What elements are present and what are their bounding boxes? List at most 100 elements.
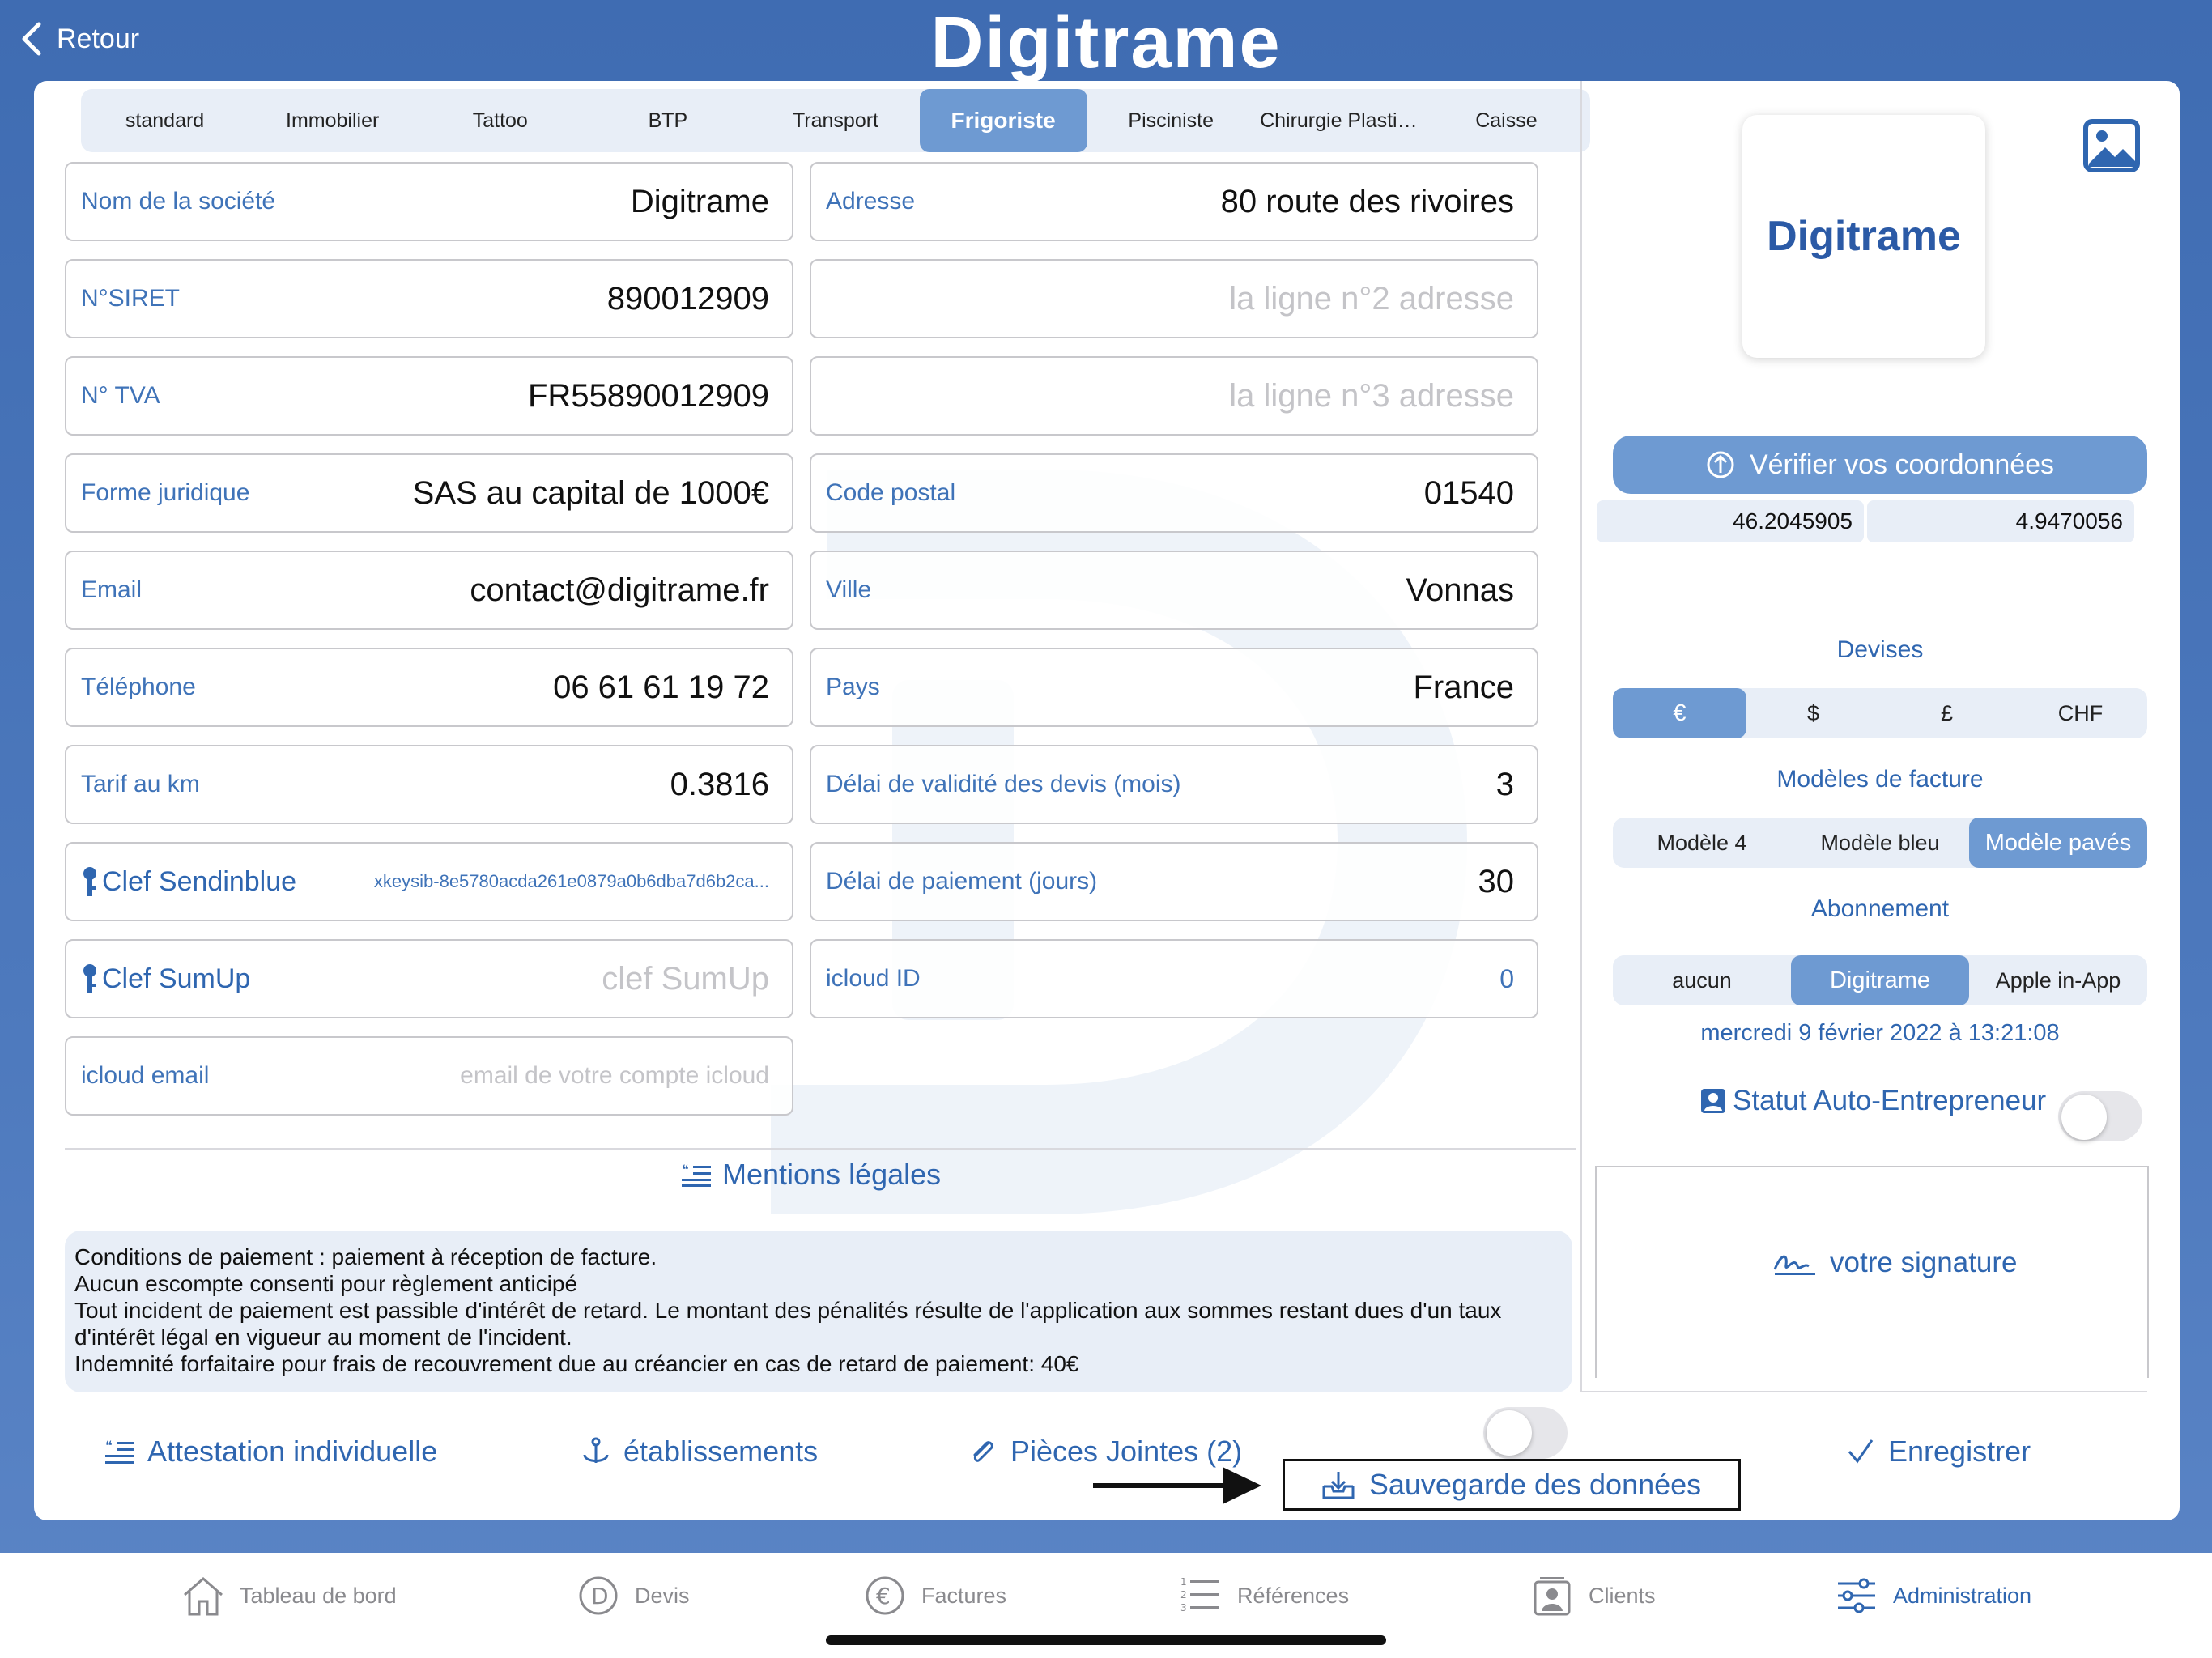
currency-option-2[interactable]: £ — [1880, 688, 2014, 738]
sauvegarde-button[interactable]: Sauvegarde des données — [1283, 1459, 1741, 1511]
latitude-field[interactable]: 46.2045905 — [1597, 500, 1864, 542]
tab-profession-7[interactable]: Chirurgie Plasti… — [1255, 89, 1423, 152]
tab-tableau-de-bord[interactable]: Tableau de bord — [181, 1574, 397, 1618]
toggle-knob — [2061, 1095, 2107, 1140]
siret-value: 890012909 — [606, 280, 769, 317]
address-line3-input[interactable] — [1028, 377, 1514, 414]
subscription-option-1[interactable]: Digitrame — [1791, 955, 1969, 1005]
tab-profession-3[interactable]: BTP — [584, 89, 751, 152]
tab-profession-4[interactable]: Transport — [751, 89, 919, 152]
currency-option-3[interactable]: CHF — [2014, 688, 2147, 738]
payment-delay-field[interactable]: Délai de paiement (jours) 30 — [810, 842, 1538, 921]
tab-factures[interactable]: € Factures — [863, 1574, 1006, 1618]
company-name-value: Digitrame — [630, 183, 769, 219]
tab-profession-0[interactable]: standard — [81, 89, 249, 152]
longitude-field[interactable]: 4.9470056 — [1867, 500, 2134, 542]
app-title: Digitrame — [930, 2, 1282, 83]
icloud-email-input[interactable] — [364, 1062, 769, 1090]
city-field[interactable]: Ville Vonnas — [810, 551, 1538, 630]
postal-code-field[interactable]: Code postal 01540 — [810, 453, 1538, 533]
tab-clients[interactable]: Clients — [1530, 1574, 1656, 1618]
paperclip-icon — [973, 1441, 993, 1462]
tab-devis[interactable]: D Devis — [576, 1574, 690, 1618]
tab-profession-5[interactable]: Frigoriste — [919, 89, 1087, 152]
enregistrer-button[interactable]: Enregistrer — [1846, 1435, 2031, 1469]
payment-delay-label: Délai de paiement (jours) — [826, 868, 1098, 895]
currency-option-0[interactable]: € — [1613, 688, 1746, 738]
toggle-knob — [1487, 1410, 1532, 1456]
company-name-field[interactable]: Nom de la société Digitrame — [65, 162, 793, 241]
auto-entrepreneur-label: Statut Auto-Entrepreneur — [1733, 1085, 2047, 1116]
company-logo[interactable]: Digitrame — [1742, 115, 1985, 358]
address-line2-input[interactable] — [1028, 280, 1514, 317]
quote-validity-field[interactable]: Délai de validité des devis (mois) 3 — [810, 745, 1538, 824]
home-indicator — [826, 1635, 1386, 1645]
tab-profession-6[interactable]: Pisciniste — [1087, 89, 1255, 152]
enregistrer-label: Enregistrer — [1888, 1435, 2031, 1468]
currency-selector: € $ £ CHF — [1613, 688, 2147, 738]
key-icon — [83, 964, 96, 993]
sendinblue-key-label: Clef Sendinblue — [81, 865, 296, 898]
home-icon — [184, 1577, 223, 1616]
subscription-option-0[interactable]: aucun — [1613, 955, 1791, 1005]
icloud-id-field[interactable]: icloud ID 0 — [810, 939, 1538, 1018]
tva-field[interactable]: N° TVA FR55890012909 — [65, 356, 793, 436]
subscription-option-2[interactable]: Apple in-App — [1969, 955, 2147, 1005]
company-name-label: Nom de la société — [81, 188, 276, 215]
siret-field[interactable]: N°SIRET 890012909 — [65, 259, 793, 338]
svg-text:€: € — [876, 1583, 891, 1609]
etablissements-button[interactable]: établissements — [581, 1435, 818, 1469]
country-value: France — [1413, 669, 1515, 705]
devis-icon: D — [579, 1576, 618, 1615]
icloud-email-field[interactable]: icloud email — [65, 1036, 793, 1116]
currency-option-1[interactable]: $ — [1746, 688, 1880, 738]
tab-profession-1[interactable]: Immobilier — [249, 89, 416, 152]
address-field[interactable]: Adresse 80 route des rivoires — [810, 162, 1538, 241]
svg-text:1: 1 — [1180, 1576, 1187, 1588]
km-rate-field[interactable]: Tarif au km 0.3816 — [65, 745, 793, 824]
sendinblue-key-field[interactable]: Clef Sendinblue xkeysib-8e5780acda261e08… — [65, 842, 793, 921]
quote-validity-label: Délai de validité des devis (mois) — [826, 771, 1181, 797]
quote-validity-value: 3 — [1495, 766, 1514, 802]
tab-label: Tableau de bord — [240, 1583, 397, 1608]
mentions-legales-button[interactable]: ❝ Mentions légales — [682, 1158, 941, 1192]
template-option-0[interactable]: Modèle 4 — [1613, 818, 1791, 868]
country-field[interactable]: Pays France — [810, 648, 1538, 727]
tab-administration[interactable]: Administration — [1835, 1574, 2031, 1618]
settings-card: standard Immobilier Tattoo BTP Transport Frig… — [34, 81, 2180, 1520]
sumup-key-input[interactable] — [526, 960, 769, 997]
phone-field[interactable]: Téléphone 06 61 61 19 72 — [65, 648, 793, 727]
svg-text:3: 3 — [1180, 1602, 1187, 1613]
legal-form-field[interactable]: Forme juridique SAS au capital de 1000€ — [65, 453, 793, 533]
verify-coordinates-button[interactable]: Vérifier vos coordonnées — [1613, 436, 2147, 494]
tab-label: Administration — [1893, 1583, 2032, 1608]
template-option-1[interactable]: Modèle bleu — [1791, 818, 1969, 868]
tray-download-icon — [1322, 1472, 1355, 1499]
attestation-button[interactable]: ❝ Attestation individuelle — [105, 1435, 437, 1469]
backup-toggle[interactable] — [1483, 1407, 1568, 1459]
image-picker-icon[interactable] — [2082, 117, 2141, 175]
tab-references[interactable]: 123 Références — [1179, 1574, 1349, 1618]
mentions-line: Conditions de paiement : paiement à réce… — [74, 1244, 657, 1269]
location-check-icon — [1707, 451, 1734, 478]
sliders-icon — [1838, 1578, 1875, 1613]
tab-profession-2[interactable]: Tattoo — [416, 89, 584, 152]
email-field[interactable]: Email contact@digitrame.fr — [65, 551, 793, 630]
payment-delay-value: 30 — [1478, 863, 1515, 899]
euro-icon: € — [866, 1576, 904, 1615]
address-line3-field[interactable] — [810, 356, 1538, 436]
sumup-key-field[interactable]: Clef SumUp — [65, 939, 793, 1018]
km-rate-value: 0.3816 — [670, 766, 769, 802]
tab-profession-8[interactable]: Caisse — [1423, 89, 1590, 152]
etablissements-label: établissements — [623, 1435, 819, 1468]
postal-code-label: Code postal — [826, 479, 956, 506]
auto-entrepreneur-toggle[interactable] — [2058, 1091, 2142, 1141]
panel-bottom-divider — [1580, 1391, 2147, 1392]
template-option-2[interactable]: Modèle pavés — [1969, 818, 2147, 868]
address-label: Adresse — [826, 188, 916, 215]
address-line2-field[interactable] — [810, 259, 1538, 338]
clients-icon — [1534, 1577, 1571, 1616]
mentions-legales-text[interactable]: Conditions de paiement : paiement à réce… — [65, 1231, 1572, 1392]
subscription-selector: aucun Digitrame Apple in-App — [1613, 955, 2147, 1005]
signature-button[interactable]: votre signature — [1773, 1247, 2018, 1279]
